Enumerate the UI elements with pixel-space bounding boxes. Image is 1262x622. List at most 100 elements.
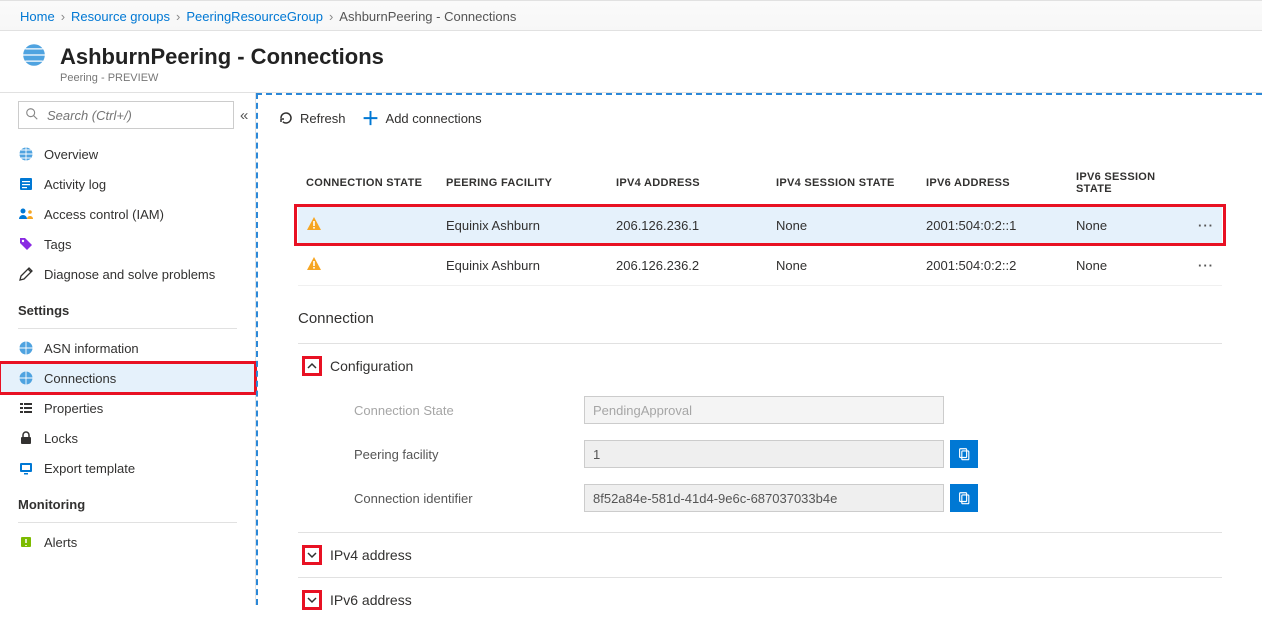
breadcrumb-current: AshburnPeering - Connections xyxy=(339,9,516,24)
divider xyxy=(18,328,237,329)
page-subtitle: Peering - PREVIEW xyxy=(0,72,1262,92)
globe-icon xyxy=(18,370,34,386)
sidebar-item-connections[interactable]: Connections xyxy=(0,363,255,393)
sidebar-item-label: Diagnose and solve problems xyxy=(44,267,215,282)
sidebar-item-tags[interactable]: Tags xyxy=(0,229,255,259)
plus-icon: ＋ xyxy=(362,105,380,131)
cell-facility: Equinix Ashburn xyxy=(438,206,608,246)
field-value-peering-facility: 1 xyxy=(584,440,944,468)
table-row[interactable]: Equinix Ashburn 206.126.236.2 None 2001:… xyxy=(298,246,1222,286)
sidebar-item-label: Overview xyxy=(44,147,98,162)
search-input[interactable] xyxy=(18,101,234,129)
sidebar-item-alerts[interactable]: Alerts xyxy=(0,527,255,557)
peering-icon xyxy=(20,41,48,72)
cell-ipv6: 2001:504:0:2::1 xyxy=(918,206,1068,246)
alerts-icon xyxy=(18,534,34,550)
field-value-connection-state: PendingApproval xyxy=(584,396,944,424)
sidebar-section-settings: Settings xyxy=(0,289,255,324)
accordion-configuration[interactable]: Configuration xyxy=(298,344,1222,388)
field-label-connection-identifier: Connection identifier xyxy=(354,491,584,506)
chevron-right-icon: › xyxy=(329,9,333,24)
chevron-up-icon xyxy=(302,356,322,376)
row-context-menu[interactable]: ··· xyxy=(1190,206,1222,246)
accordion-label: IPv6 address xyxy=(330,592,412,608)
divider xyxy=(18,522,237,523)
warning-icon xyxy=(306,220,322,235)
activity-log-icon xyxy=(18,176,34,192)
cell-ipv4-state: None xyxy=(768,206,918,246)
col-ipv6-state[interactable]: IPV6 SESSION STATE xyxy=(1068,161,1190,206)
cell-ipv6-state: None xyxy=(1068,246,1190,286)
search-icon xyxy=(25,107,39,124)
accordion-ipv4[interactable]: IPv4 address xyxy=(298,532,1222,577)
connection-section-title: Connection xyxy=(258,286,1262,335)
chevron-right-icon: › xyxy=(61,9,65,24)
breadcrumb-home[interactable]: Home xyxy=(20,9,55,24)
cell-ipv6: 2001:504:0:2::2 xyxy=(918,246,1068,286)
lock-icon xyxy=(18,430,34,446)
toolbar: Refresh ＋ Add connections xyxy=(258,95,1262,141)
page-title: AshburnPeering - Connections xyxy=(60,44,384,70)
cell-facility: Equinix Ashburn xyxy=(438,246,608,286)
diagnose-icon xyxy=(18,266,34,282)
refresh-button[interactable]: Refresh xyxy=(278,110,346,126)
chevron-down-icon xyxy=(302,545,322,565)
breadcrumb-group[interactable]: PeeringResourceGroup xyxy=(186,9,323,24)
export-icon xyxy=(18,460,34,476)
copy-button[interactable] xyxy=(950,440,978,468)
cell-ipv4: 206.126.236.2 xyxy=(608,246,768,286)
table-row[interactable]: Equinix Ashburn 206.126.236.1 None 2001:… xyxy=(298,206,1222,246)
sidebar-section-monitoring: Monitoring xyxy=(0,483,255,518)
properties-icon xyxy=(18,400,34,416)
sidebar-item-label: Alerts xyxy=(44,535,77,550)
breadcrumb-resource-groups[interactable]: Resource groups xyxy=(71,9,170,24)
sidebar-item-label: Export template xyxy=(44,461,135,476)
col-connection-state[interactable]: CONNECTION STATE xyxy=(298,161,438,206)
add-connections-button[interactable]: ＋ Add connections xyxy=(362,105,482,131)
sidebar-item-label: Connections xyxy=(44,371,116,386)
sidebar-item-label: Activity log xyxy=(44,177,106,192)
add-label: Add connections xyxy=(386,111,482,126)
refresh-label: Refresh xyxy=(300,111,346,126)
sidebar-item-iam[interactable]: Access control (IAM) xyxy=(0,199,255,229)
sidebar-item-diagnose[interactable]: Diagnose and solve problems xyxy=(0,259,255,289)
sidebar-item-label: Access control (IAM) xyxy=(44,207,164,222)
chevron-right-icon: › xyxy=(176,9,180,24)
globe-icon xyxy=(18,146,34,162)
connections-table: CONNECTION STATE PEERING FACILITY IPV4 A… xyxy=(298,161,1222,286)
accordion-label: Configuration xyxy=(330,358,413,374)
sidebar-item-activity-log[interactable]: Activity log xyxy=(0,169,255,199)
warning-icon xyxy=(306,260,322,275)
sidebar-item-label: Tags xyxy=(44,237,71,252)
field-value-connection-identifier: 8f52a84e-581d-41d4-9e6c-687037033b4e xyxy=(584,484,944,512)
globe-icon xyxy=(18,340,34,356)
sidebar-item-export-template[interactable]: Export template xyxy=(0,453,255,483)
iam-icon xyxy=(18,206,34,222)
breadcrumb: Home › Resource groups › PeeringResource… xyxy=(0,1,1262,31)
row-context-menu[interactable]: ··· xyxy=(1190,246,1222,286)
sidebar-item-locks[interactable]: Locks xyxy=(0,423,255,453)
cell-ipv6-state: None xyxy=(1068,206,1190,246)
sidebar-item-label: Locks xyxy=(44,431,78,446)
sidebar: « Overview Activity log Access control (… xyxy=(0,93,256,605)
col-ipv6[interactable]: IPV6 ADDRESS xyxy=(918,161,1068,206)
main-pane: Refresh ＋ Add connections CONNECTION STA… xyxy=(256,93,1262,605)
col-ipv4[interactable]: IPV4 ADDRESS xyxy=(608,161,768,206)
refresh-icon xyxy=(278,110,294,126)
sidebar-item-asn[interactable]: ASN information xyxy=(0,333,255,363)
cell-ipv4: 206.126.236.1 xyxy=(608,206,768,246)
field-label-peering-facility: Peering facility xyxy=(354,447,584,462)
sidebar-item-label: ASN information xyxy=(44,341,139,356)
cell-ipv4-state: None xyxy=(768,246,918,286)
chevron-down-icon xyxy=(302,590,322,610)
sidebar-item-overview[interactable]: Overview xyxy=(0,139,255,169)
col-peering-facility[interactable]: PEERING FACILITY xyxy=(438,161,608,206)
copy-button[interactable] xyxy=(950,484,978,512)
accordion-ipv6[interactable]: IPv6 address xyxy=(298,577,1222,622)
accordion-label: IPv4 address xyxy=(330,547,412,563)
collapse-sidebar-icon[interactable]: « xyxy=(240,107,248,124)
search-field[interactable] xyxy=(45,107,227,124)
field-label-connection-state: Connection State xyxy=(354,403,584,418)
col-ipv4-state[interactable]: IPV4 SESSION STATE xyxy=(768,161,918,206)
sidebar-item-properties[interactable]: Properties xyxy=(0,393,255,423)
